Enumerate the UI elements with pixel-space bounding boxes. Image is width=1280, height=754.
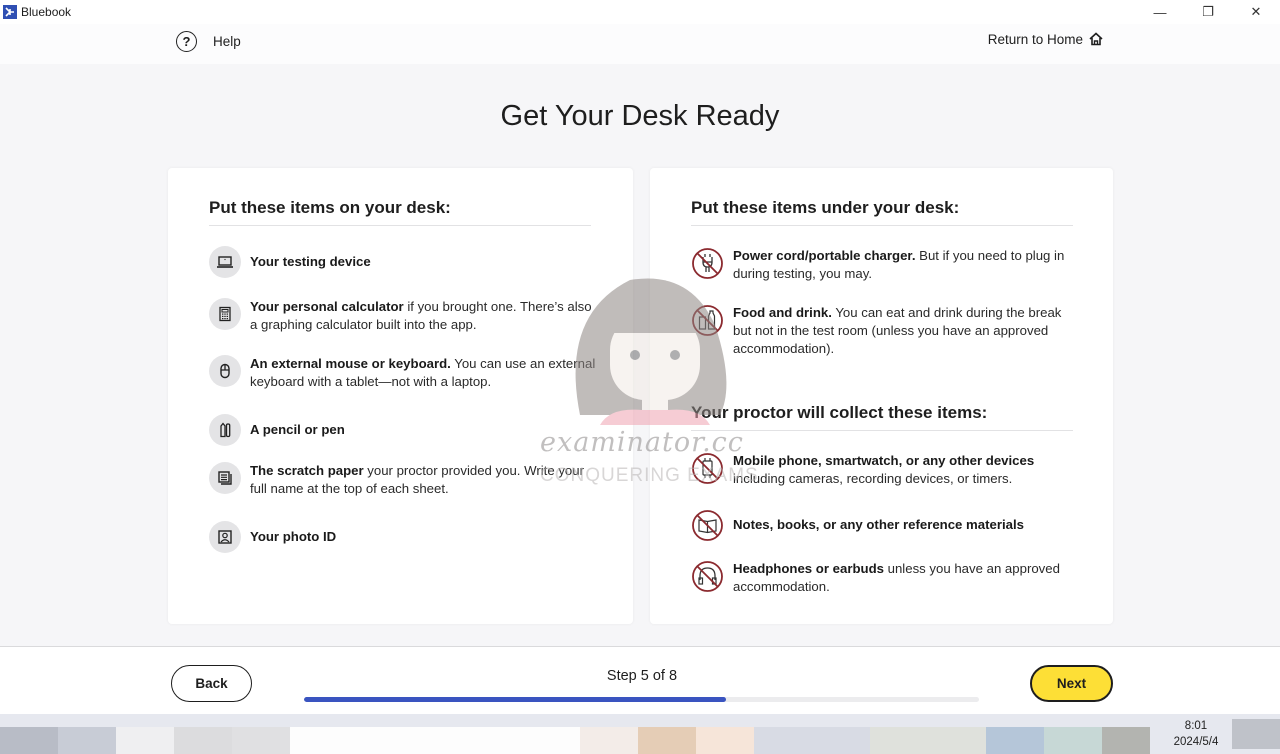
- item-title: Headphones or earbuds: [733, 561, 884, 576]
- collect-item-notes-books: Notes, books, or any other reference mat…: [691, 509, 1081, 542]
- photo-id-icon: [209, 521, 241, 553]
- os-taskbar: 8:01 2024/5/4: [0, 714, 1280, 754]
- divider: [691, 430, 1073, 431]
- taskbar-time: 8:01: [1184, 720, 1208, 732]
- desk-item-scratch-paper: The scratch paper your proctor provided …: [209, 462, 599, 498]
- under-desk-item-power-cord: Power cord/portable charger. But if you …: [691, 247, 1081, 283]
- taskbar-app-icon[interactable]: [290, 727, 580, 754]
- app-name: Bluebook: [21, 5, 72, 19]
- taskbar-app-icon[interactable]: [696, 727, 754, 754]
- no-devices-icon: [691, 452, 724, 485]
- show-desktop-button[interactable]: [1232, 719, 1280, 749]
- under-desk-heading: Put these items under your desk:: [691, 198, 960, 217]
- taskbar-app-icon[interactable]: [1044, 727, 1102, 754]
- close-window-button[interactable]: ✕: [1232, 0, 1280, 24]
- collect-heading: Your proctor will collect these items:: [691, 403, 988, 422]
- item-title: Power cord/portable charger.: [733, 248, 916, 263]
- calculator-icon: [209, 298, 241, 330]
- return-home-label: Return to Home: [987, 31, 1083, 47]
- taskbar-app-icon[interactable]: [232, 727, 290, 754]
- return-to-home-button[interactable]: Return to Home: [988, 31, 1104, 47]
- home-icon: [1089, 32, 1103, 46]
- divider: [691, 225, 1073, 226]
- progress-bar: [304, 697, 979, 702]
- bluebook-logo-icon: [3, 5, 17, 19]
- collect-item-headphones: Headphones or earbuds unless you have an…: [691, 560, 1081, 596]
- pencil-pen-icon: [209, 414, 241, 446]
- item-title: The scratch paper: [250, 463, 364, 478]
- item-title: Notes, books, or any other reference mat…: [733, 517, 1024, 532]
- progress-bar-fill: [304, 697, 726, 702]
- desk-item-testing-device: Your testing device: [209, 246, 599, 278]
- item-title: Mobile phone, smartwatch, or any other d…: [733, 453, 1035, 468]
- item-title: Your personal calculator: [250, 299, 404, 314]
- no-power-plug-icon: [691, 247, 724, 280]
- item-title: Food and drink.: [733, 305, 832, 320]
- desk-item-calculator: Your personal calculator if you brought …: [209, 298, 599, 334]
- app-header: ? Help Return to Home: [0, 24, 1280, 64]
- under-desk-item-food-drink: Food and drink. You can eat and drink du…: [691, 304, 1081, 358]
- under-desk-card: Put these items under your desk: Power c…: [650, 168, 1113, 624]
- restore-button[interactable]: ❐: [1184, 0, 1232, 24]
- taskbar-app-icon[interactable]: [0, 727, 58, 754]
- no-books-icon: [691, 509, 724, 542]
- taskbar-app-icon[interactable]: [986, 727, 1044, 754]
- footer-nav: Back Step 5 of 8 Next: [0, 646, 1280, 714]
- taskbar-clock[interactable]: 8:01 2024/5/4: [1160, 718, 1232, 750]
- taskbar-app-icon[interactable]: [174, 727, 232, 754]
- mouse-icon: [209, 355, 241, 387]
- taskbar-app-icon[interactable]: [1102, 727, 1150, 754]
- divider: [209, 225, 591, 226]
- window-titlebar: Bluebook — ❐ ✕: [0, 0, 1280, 24]
- help-button[interactable]: ? Help: [176, 31, 241, 52]
- item-title: A pencil or pen: [250, 422, 345, 437]
- collect-item-devices: Mobile phone, smartwatch, or any other d…: [691, 452, 1081, 488]
- question-circle-icon: ?: [176, 31, 197, 52]
- taskbar-app-icon[interactable]: [580, 727, 638, 754]
- next-button[interactable]: Next: [1030, 665, 1113, 702]
- main-content: Get Your Desk Ready Put these items on y…: [0, 64, 1280, 646]
- taskbar-app-icon[interactable]: [638, 727, 696, 754]
- page-title: Get Your Desk Ready: [500, 100, 780, 132]
- item-title: Your photo ID: [250, 529, 337, 544]
- taskbar-app-icon[interactable]: [754, 727, 870, 754]
- desk-item-pencil-pen: A pencil or pen: [209, 414, 599, 446]
- help-label: Help: [213, 34, 241, 49]
- desk-item-photo-id: Your photo ID: [209, 521, 599, 553]
- taskbar-app-icon[interactable]: [116, 727, 174, 754]
- desk-item-mouse-keyboard: An external mouse or keyboard. You can u…: [209, 355, 599, 391]
- minimize-button[interactable]: —: [1136, 0, 1184, 24]
- on-desk-card: Put these items on your desk: Your testi…: [168, 168, 633, 624]
- laptop-icon: [209, 246, 241, 278]
- item-description: including cameras, recording devices, or…: [733, 471, 1013, 486]
- item-title: Your testing device: [250, 254, 371, 269]
- taskbar-app-icon[interactable]: [870, 727, 986, 754]
- taskbar-date: 2024/5/4: [1173, 736, 1219, 748]
- no-food-drink-icon: [691, 304, 724, 337]
- taskbar-app-icon[interactable]: [58, 727, 116, 754]
- no-headphones-icon: [691, 560, 724, 593]
- on-desk-heading: Put these items on your desk:: [209, 198, 451, 217]
- item-title: An external mouse or keyboard.: [250, 356, 451, 371]
- scratch-paper-icon: [209, 462, 241, 494]
